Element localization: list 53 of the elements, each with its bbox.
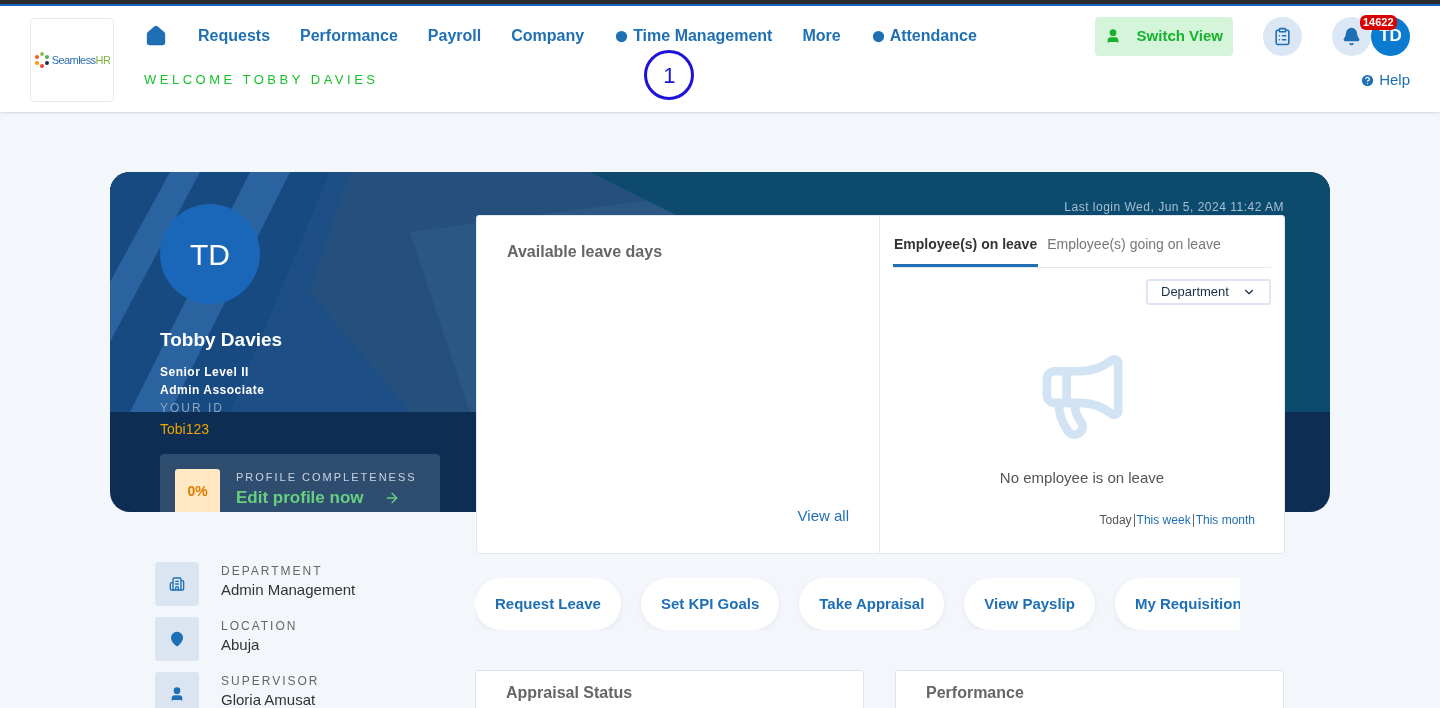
company-logo[interactable]: SeamlessHR [30,18,114,102]
nav-link[interactable]: Performance [300,24,398,48]
nav-link[interactable]: Time Management [614,24,773,48]
welcome-text: WELCOME TOBBY DAVIES [144,71,379,90]
nav-link[interactable]: More [802,24,841,48]
period-link[interactable]: This month [1195,511,1255,529]
department-dropdown[interactable]: Department [1146,279,1271,305]
quick-action-button[interactable]: Set KPI Goals [640,578,780,630]
employee-id: Tobi123 [160,419,211,439]
quick-action-button[interactable]: My Requisition [1114,578,1240,630]
annotation-marker: 1 [644,50,695,100]
building-icon [169,576,185,592]
job-level: Senior Level II [160,363,250,381]
nav-link[interactable]: Requests [198,24,271,48]
panel-tab[interactable]: Employee(s) going on leave [1046,234,1222,267]
logo-text: SeamlessHR [51,52,111,68]
period-link[interactable]: Today [1099,511,1132,529]
detail-value: Gloria Amusat [221,692,317,708]
id-label: YOUR ID [160,399,225,417]
bell-icon [1342,26,1361,46]
quick-action-button[interactable]: View Payslip [964,578,1095,630]
view-all-link[interactable]: View all [797,504,849,527]
clipboard-button[interactable] [1263,16,1302,56]
period-link[interactable]: This week [1136,511,1191,529]
completeness-percent: 0% [175,468,220,512]
nav-link[interactable]: Company [511,24,585,48]
help-link[interactable]: Help [1360,68,1410,92]
quick-action-button[interactable]: Request Leave [475,578,621,630]
panel-tab[interactable]: Employee(s) on leave [893,234,1039,267]
empty-state-text: No employee is on leave [999,468,1165,488]
panel-title: Available leave days [507,242,664,262]
completeness-label: PROFILE COMPLETENESS [236,469,417,485]
help-icon [1360,72,1376,88]
edit-profile-link[interactable]: Edit profile now [236,485,417,511]
detail-label: DEPARTMENT [221,564,324,578]
dots-logo-icon [33,52,50,68]
last-login-text: Last login Wed, Jun 5, 2024 11:42 AM [1064,199,1284,216]
card-title: Appraisal Status [506,684,633,701]
profile-name: Tobby Davies [160,328,284,352]
nav-link[interactable]: Attendance [870,24,977,48]
home-icon[interactable] [144,25,168,47]
detail-value: Abuja [221,637,261,653]
detail-label: LOCATION [221,619,298,633]
detail-value: Admin Management [221,582,356,598]
clipboard-icon [1273,26,1292,46]
job-role: Admin Associate [160,381,266,399]
quick-action-button[interactable]: Take Appraisal [799,578,945,630]
nav-link[interactable]: Payroll [427,24,482,48]
card-title: Performance [926,684,1024,701]
person-icon [169,686,185,702]
location-pin-icon [169,631,185,647]
detail-label: SUPERVISOR [221,674,320,688]
notification-badge: 14622 [1360,14,1397,30]
